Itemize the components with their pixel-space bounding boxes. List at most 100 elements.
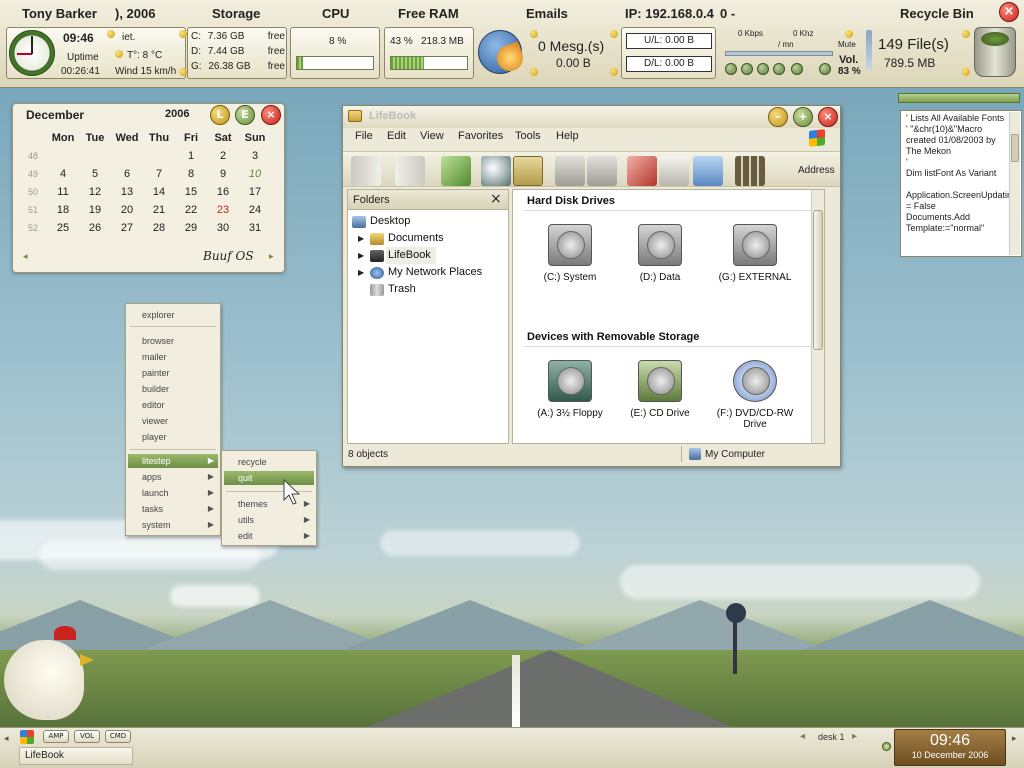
play-icon[interactable] <box>741 63 753 75</box>
cmd-button[interactable]: CMD <box>105 730 131 743</box>
views-icon[interactable] <box>735 156 765 186</box>
taskbar-left-arrow-icon[interactable]: ◂ <box>4 734 9 744</box>
maximize-button[interactable]: + <box>793 107 813 127</box>
calendar-day[interactable]: 8 <box>175 165 207 183</box>
menu-item-viewer[interactable]: viewer <box>142 416 168 426</box>
taskbar-right-arrow-icon[interactable]: ▸ <box>1012 734 1017 744</box>
menu-item-tasks[interactable]: tasks <box>142 504 163 514</box>
taskbar-clock[interactable]: 09:46 10 December 2006 <box>894 729 1006 766</box>
code-snippet-note[interactable]: ' Lists All Available Fonts ' "&chr(10)&"… <box>900 110 1022 257</box>
calendar-day[interactable]: 29 <box>175 219 207 237</box>
menu-favorites[interactable]: Favorites <box>458 130 503 148</box>
folders-close-button[interactable]: × <box>490 191 502 207</box>
calendar-day[interactable]: 28 <box>143 219 175 237</box>
email-globe-icon[interactable] <box>478 30 527 75</box>
calendar-day[interactable]: 4 <box>47 165 79 183</box>
calendar-day[interactable]: 17 <box>239 183 271 201</box>
calendar-day[interactable]: 26 <box>79 219 111 237</box>
menu-item-quit[interactable]: quit <box>238 473 253 483</box>
eject-icon[interactable] <box>819 63 831 75</box>
tree-item-lifebook[interactable]: LifeBook <box>388 249 431 261</box>
desk-next-arrow-icon[interactable]: ▸ <box>852 731 857 742</box>
menu-item-edit[interactable]: edit <box>238 531 253 541</box>
calendar-day[interactable]: 11 <box>47 183 79 201</box>
menu-item-utils[interactable]: utils <box>238 515 254 525</box>
menu-item-themes[interactable]: themes <box>238 499 268 509</box>
start-menu-icon[interactable] <box>20 730 34 744</box>
paste-icon[interactable] <box>659 156 689 186</box>
calendar-l-button[interactable]: L <box>210 105 230 125</box>
explorer-titlebar[interactable]: LifeBook – + × <box>343 106 840 128</box>
search-icon[interactable] <box>481 156 511 186</box>
expand-arrow-icon[interactable]: ▶ <box>358 251 364 260</box>
calendar-e-button[interactable]: E <box>235 105 255 125</box>
menu-view[interactable]: View <box>420 130 444 148</box>
tree-item-trash[interactable]: Trash <box>388 283 416 295</box>
up-folder-icon[interactable] <box>441 156 471 186</box>
calendar-day[interactable]: 3 <box>239 147 271 165</box>
calendar-day[interactable]: 27 <box>111 219 143 237</box>
note-scrollbar[interactable] <box>1009 112 1020 255</box>
calendar-day[interactable]: 2 <box>207 147 239 165</box>
drive-f[interactable]: (F:) DVD/CD-RW Drive <box>713 360 797 430</box>
calendar-day[interactable]: 18 <box>47 201 79 219</box>
minimize-button[interactable]: – <box>768 107 788 127</box>
menu-item-mailer[interactable]: mailer <box>142 352 167 362</box>
calendar-day[interactable]: 24 <box>239 201 271 219</box>
scrollbar-thumb[interactable] <box>813 210 823 350</box>
calendar-day[interactable]: 12 <box>79 183 111 201</box>
desk-prev-arrow-icon[interactable]: ◂ <box>800 731 805 742</box>
drive-e[interactable]: (E:) CD Drive <box>625 360 695 419</box>
move-to-icon[interactable] <box>555 156 585 186</box>
menu-item-system[interactable]: system <box>142 520 171 530</box>
drive-g[interactable]: (G:) EXTERNAL <box>713 224 797 283</box>
copy-to-icon[interactable] <box>587 156 617 186</box>
close-topbar-button[interactable]: × <box>999 2 1019 22</box>
scroll-arrows-icon[interactable] <box>866 30 872 70</box>
tree-item-desktop[interactable]: Desktop <box>370 215 410 227</box>
calendar-next-button[interactable]: ▸ <box>269 252 274 262</box>
tree-item-network-places[interactable]: My Network Places <box>388 266 482 278</box>
calendar-day[interactable]: 5 <box>79 165 111 183</box>
menu-item-recycle[interactable]: recycle <box>238 457 267 467</box>
calendar-day[interactable]: 13 <box>111 183 143 201</box>
menu-item-builder[interactable]: builder <box>142 384 169 394</box>
recycle-bin-icon[interactable] <box>974 27 1016 77</box>
menu-tools[interactable]: Tools <box>515 130 541 148</box>
menu-item-browser[interactable]: browser <box>142 336 174 346</box>
menu-item-editor[interactable]: editor <box>142 400 165 410</box>
vol-button[interactable]: VOL <box>74 730 100 743</box>
drive-c[interactable]: (C:) System <box>535 224 605 283</box>
scrollbar-thumb[interactable] <box>1011 134 1019 162</box>
calendar-day[interactable]: 14 <box>143 183 175 201</box>
tree-item-documents[interactable]: Documents <box>388 232 444 244</box>
calendar-day[interactable]: 20 <box>111 201 143 219</box>
menu-file[interactable]: File <box>355 130 373 148</box>
calendar-day[interactable]: 10 <box>239 165 271 183</box>
menu-item-painter[interactable]: painter <box>142 368 170 378</box>
menu-item-apps[interactable]: apps <box>142 472 162 482</box>
menu-item-player[interactable]: player <box>142 432 167 442</box>
cut-icon[interactable] <box>627 156 657 186</box>
prev-track-icon[interactable] <box>725 63 737 75</box>
menu-item-litestep[interactable]: litestep <box>142 456 171 466</box>
amp-button[interactable]: AMP <box>43 730 69 743</box>
menu-item-launch[interactable]: launch <box>142 488 169 498</box>
calendar-day[interactable]: 22 <box>175 201 207 219</box>
calendar-day[interactable]: 6 <box>111 165 143 183</box>
next-track-icon[interactable] <box>791 63 803 75</box>
calendar-day[interactable]: 23 <box>207 201 239 219</box>
folders-view-icon[interactable] <box>513 156 543 186</box>
forward-arrow-icon[interactable] <box>395 156 425 186</box>
task-button-lifebook[interactable]: LifeBook <box>19 747 133 765</box>
calendar-day[interactable]: 9 <box>207 165 239 183</box>
calendar-day[interactable]: 31 <box>239 219 271 237</box>
menu-edit[interactable]: Edit <box>387 130 406 148</box>
menu-item-explorer[interactable]: explorer <box>142 310 175 320</box>
close-button[interactable]: × <box>818 107 838 127</box>
expand-arrow-icon[interactable]: ▶ <box>358 234 364 243</box>
calendar-day[interactable]: 16 <box>207 183 239 201</box>
calendar-day[interactable]: 30 <box>207 219 239 237</box>
calendar-day[interactable]: 21 <box>143 201 175 219</box>
calendar-prev-button[interactable]: ◂ <box>23 252 28 262</box>
